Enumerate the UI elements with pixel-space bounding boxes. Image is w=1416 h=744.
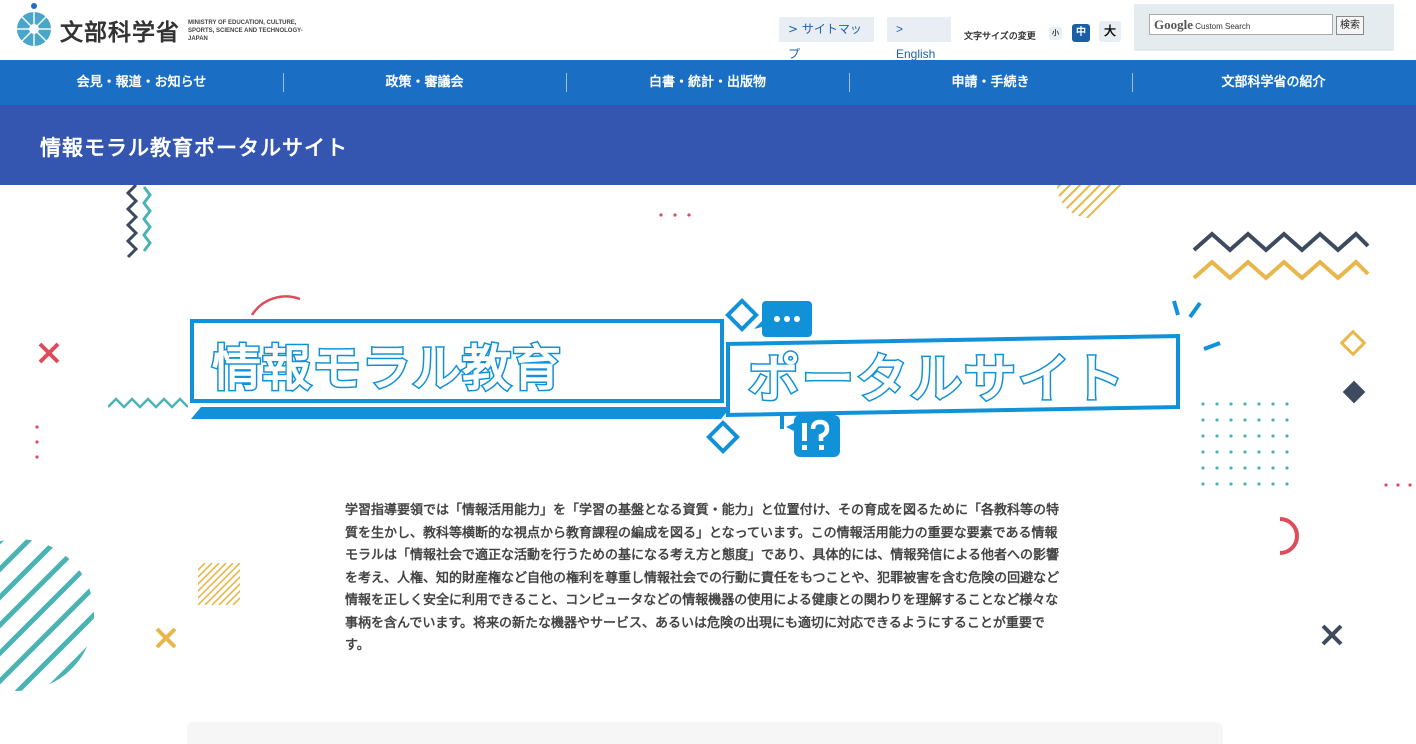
search-placeholder: Custom Search [1195,22,1251,31]
wave-decoration-icon [108,397,188,409]
site-header: 文部科学省 MINISTRY OF EDUCATION, CULTURE, SP… [0,0,1416,61]
nav-item-press[interactable]: 会見・報道・お知らせ [0,60,283,105]
speech-bubble-icon [754,301,812,337]
banner-title-line1: 情報モラル教育 [210,339,563,399]
striped-square-decoration-icon [198,563,240,605]
page-title-bar: 情報モラル教育ポータルサイト [0,105,1416,185]
font-size-medium-button[interactable]: 中 [1072,24,1090,42]
cross-decoration-icon [38,342,60,364]
nav-item-applications[interactable]: 申請・手続き [849,60,1132,105]
dot-grid-decoration-icon [1201,402,1289,486]
striped-circle-decoration-icon [0,539,94,691]
logo-name: 文部科学省 [60,20,180,46]
zigzag-vertical-decoration-icon [125,185,152,259]
nav-item-publications[interactable]: 白書・統計・出版物 [566,60,849,105]
diamond-filled-decoration-icon [1342,380,1366,404]
mext-logo[interactable]: 文部科学省 MINISTRY OF EDUCATION, CULTURE, SP… [16,2,308,48]
banner-title-line2: ポータルサイト [746,349,1127,412]
cross-decoration-icon [1321,624,1343,646]
search-button[interactable]: 検索 [1336,16,1364,35]
english-link[interactable]: > English [887,17,951,61]
arc-decoration-icon [1279,517,1299,555]
font-size-small-button[interactable]: 小 [1049,27,1062,40]
mext-emblem-icon [17,3,51,46]
nav-item-about[interactable]: 文部科学省の紹介 [1132,60,1415,105]
exclamation-question-bubble-icon [780,415,840,457]
content-panel [187,722,1223,744]
google-logo: Google [1154,17,1193,32]
burst-lines-decoration-icon [1172,300,1221,351]
banner-shadow [190,407,732,419]
dots-decoration-icon [1384,483,1412,487]
nav-item-policy[interactable]: 政策・審議会 [283,60,566,105]
sitemap-link[interactable]: > サイトマップ [779,17,874,61]
diamond-outline-decoration-icon [706,420,740,454]
dots-decoration-icon [659,213,691,217]
logo-english-name: MINISTRY OF EDUCATION, CULTURE, SPORTS, … [188,20,303,42]
striped-circle-decoration-icon [1057,185,1123,218]
page-title: 情報モラル教育ポータルサイト [40,136,348,160]
font-size-large-button[interactable]: 大 [1099,21,1121,42]
diamond-outline-decoration-icon [1339,329,1367,357]
site-search: Google Custom Search 検索 [1134,4,1394,51]
search-input[interactable]: Google Custom Search [1149,14,1333,35]
dots-vertical-decoration-icon [35,425,39,459]
hero: 情報モラル教育 ポータルサイト 学習指導要領では「情報活用能力」を「学習の基盤と… [0,185,1416,744]
zigzag-horizontal-decoration-icon [1192,231,1370,281]
cross-decoration-icon [155,627,177,649]
intro-text: 学習指導要領では「情報活用能力」を「学習の基盤となる資質・能力」と位置付け、その… [345,503,1060,653]
font-size-label: 文字サイズの変更 [964,32,1036,42]
global-nav: 会見・報道・お知らせ 政策・審議会 白書・統計・出版物 申請・手続き 文部科学省… [0,60,1416,105]
arc-decoration-icon [250,295,301,316]
